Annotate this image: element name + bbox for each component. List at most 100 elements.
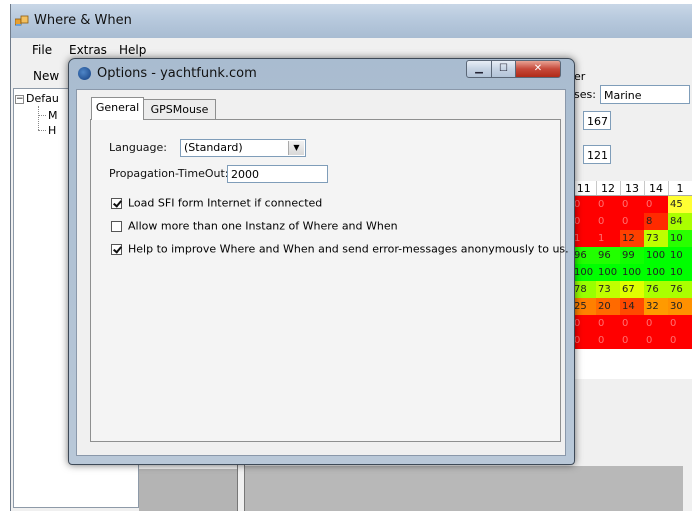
grid-cell[interactable]: 96	[596, 247, 620, 264]
grid-cell[interactable]: 100	[644, 264, 668, 281]
grid-cell[interactable]: 0	[572, 195, 596, 213]
language-select[interactable]: (Standard) ▼	[180, 139, 306, 157]
minimize-button[interactable]: ▁	[466, 60, 492, 78]
classes-input[interactable]: Marine	[600, 85, 690, 104]
grid-row: 96 96 99 100 10	[572, 247, 692, 264]
grid-cell[interactable]: 0	[572, 213, 596, 230]
menu-help[interactable]: Help	[119, 43, 146, 57]
collapse-icon[interactable]: −	[15, 94, 24, 104]
checkbox-multi-instance[interactable]: Allow more than one Instanz of Where and…	[111, 219, 398, 233]
grid-cell[interactable]: 10	[668, 264, 692, 281]
grid-cell[interactable]: 1	[596, 230, 620, 247]
grid-column-header[interactable]: 13	[620, 181, 645, 196]
new-button[interactable]: New	[33, 69, 59, 83]
menu-extras[interactable]: Extras	[69, 43, 107, 57]
grid-cell[interactable]: 0	[644, 332, 668, 349]
field-label-fragment: er	[574, 70, 586, 83]
checkbox-label: Help to improve Where and When and send …	[128, 242, 569, 256]
grid-cell[interactable]: 67	[620, 281, 644, 298]
grid-row: 00000	[572, 315, 692, 332]
main-titlebar[interactable]: Where & When	[11, 4, 692, 38]
grid-cell[interactable]: 73	[644, 230, 668, 247]
data-grid[interactable]: 11 12 13 14 1 0 0 0 0 45 0 0 0 8 84 1 1 12 73 10 96 96 99 100 1…	[572, 181, 692, 379]
grid-cell[interactable]: 0	[668, 332, 692, 349]
minimize-icon: ▁	[475, 63, 483, 74]
tree-node-child[interactable]: H	[48, 124, 56, 137]
grid-cell[interactable]: 100	[620, 264, 644, 281]
grid-row: 25 20 14 32 30	[572, 298, 692, 315]
menu-bar: File Extras Help	[11, 40, 692, 60]
grid-cell[interactable]: 78	[572, 281, 596, 298]
timeout-input[interactable]	[227, 165, 328, 183]
grid-cell[interactable]: 0	[596, 213, 620, 230]
tree-node-child[interactable]: M	[48, 109, 58, 122]
grid-cell[interactable]: 14	[620, 298, 644, 315]
grid-cell[interactable]: 30	[668, 298, 692, 315]
grid-cell[interactable]: 0	[644, 195, 668, 213]
checkbox-box[interactable]	[111, 197, 122, 209]
checkbox-label: Allow more than one Instanz of Where and…	[128, 219, 398, 233]
grid-cell[interactable]: 10	[668, 247, 692, 264]
value-input-2[interactable]: 121	[583, 145, 611, 164]
maximize-button[interactable]: ☐	[491, 60, 516, 78]
grid-cell[interactable]: 99	[620, 247, 644, 264]
grid-cell[interactable]: 0	[620, 332, 644, 349]
grid-cell[interactable]: 32	[644, 298, 668, 315]
grid-cell[interactable]: 0	[572, 315, 596, 332]
checkbox-load-sfi[interactable]: Load SFI form Internet if connected	[111, 196, 322, 210]
value-input-1[interactable]: 167	[583, 111, 611, 130]
tree-node-root[interactable]: − Defau	[15, 92, 59, 105]
grid-column-header[interactable]: 12	[596, 181, 621, 196]
grid-cell[interactable]: 100	[572, 264, 596, 281]
dialog-titlebar[interactable]: Options - yachtfunk.com ▁ ☐ ✕	[69, 59, 574, 87]
tree-node-root-label: Defau	[26, 92, 59, 105]
grid-cell[interactable]: 0	[668, 315, 692, 332]
grid-cell[interactable]: 100	[644, 247, 668, 264]
close-button[interactable]: ✕	[515, 60, 561, 78]
grid-cell[interactable]: 0	[620, 213, 644, 230]
grid-row: 100 100 100 100 10	[572, 264, 692, 281]
grid-cell[interactable]: 96	[572, 247, 596, 264]
grid-row: 0 0 0 0 45	[572, 195, 692, 213]
classes-label: ses:	[574, 88, 596, 101]
checkbox-send-errors[interactable]: Help to improve Where and When and send …	[111, 242, 569, 256]
grid-cell[interactable]: 76	[644, 281, 668, 298]
grid-cell[interactable]: 8	[644, 213, 668, 230]
grid-cell[interactable]: 10	[668, 230, 692, 247]
tree-guide-line	[38, 115, 46, 116]
tab-panel-general: Language: (Standard) ▼ Propagation-TimeO…	[90, 119, 569, 442]
grid-cell[interactable]: 0	[596, 332, 620, 349]
grid-cell[interactable]: 0	[596, 195, 620, 213]
grid-cell[interactable]: 0	[620, 195, 644, 213]
checkbox-box[interactable]	[111, 243, 122, 255]
grid-cell[interactable]: 0	[572, 332, 596, 349]
language-label: Language:	[109, 141, 167, 154]
grid-cell[interactable]: 12	[620, 230, 644, 247]
dialog-title: Options - yachtfunk.com	[97, 66, 257, 81]
grid-cell[interactable]: 1	[572, 230, 596, 247]
checkbox-box[interactable]	[111, 220, 122, 232]
grid-cell[interactable]: 45	[668, 195, 692, 213]
checkbox-label: Load SFI form Internet if connected	[128, 196, 323, 210]
grid-cell[interactable]: 0	[644, 315, 668, 332]
grid-column-header[interactable]: 14	[644, 181, 669, 196]
app-window-icon	[15, 15, 29, 26]
grid-cell[interactable]: 73	[596, 281, 620, 298]
tree-guide-line	[38, 130, 46, 131]
tab-gpsmouse[interactable]: GPSMouse	[143, 99, 216, 120]
grid-cell[interactable]: 0	[596, 315, 620, 332]
grid-cell[interactable]: 25	[572, 298, 596, 315]
grid-cell[interactable]: 100	[596, 264, 620, 281]
grid-cell[interactable]: 84	[668, 213, 692, 230]
empty-panel	[139, 469, 237, 511]
app-title: Where & When	[34, 13, 132, 28]
chevron-down-icon[interactable]: ▼	[288, 141, 304, 155]
menu-file[interactable]: File	[32, 43, 52, 57]
grid-column-header[interactable]: 11	[572, 181, 597, 196]
grid-cell[interactable]: 76	[668, 281, 692, 298]
grid-column-header[interactable]: 1	[668, 181, 692, 196]
tab-general[interactable]: General	[91, 97, 144, 120]
grid-cell[interactable]: 20	[596, 298, 620, 315]
grid-cell[interactable]: 0	[620, 315, 644, 332]
grid-row: 00000	[572, 332, 692, 349]
